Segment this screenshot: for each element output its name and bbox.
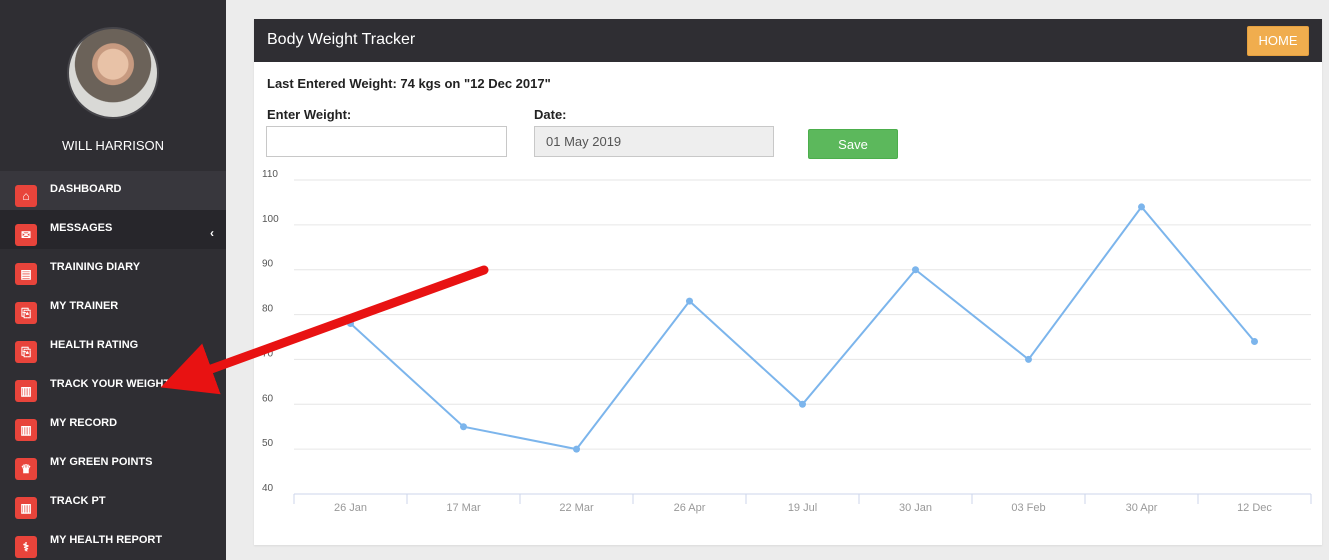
stethoscope-icon: ⚕: [15, 536, 37, 558]
sidebar-item-training-diary[interactable]: ▤ TRAINING DIARY: [0, 249, 226, 288]
envelope-icon: ✉: [15, 224, 37, 246]
y-tick-label: 50: [262, 438, 274, 449]
sidebar: WILL HARRISON ⌂ DASHBOARD ✉ MESSAGES ‹ ▤…: [0, 0, 226, 560]
sidebar-item-label: TRACK PT: [50, 495, 106, 507]
weight-tracker-panel: Body Weight Tracker HOME Last Entered We…: [254, 19, 1322, 545]
chevron-left-icon[interactable]: ‹: [210, 226, 214, 240]
x-tick-label: 12 Dec: [1237, 502, 1272, 514]
bar-chart-icon: ▥: [15, 380, 37, 402]
sidebar-item-label: TRAINING DIARY: [50, 261, 141, 273]
sidebar-item-my-record[interactable]: ▥ MY RECORD: [0, 405, 226, 444]
data-point[interactable]: [573, 445, 580, 453]
book-icon: ▤: [15, 263, 37, 285]
x-tick-label: 17 Mar: [446, 502, 481, 514]
x-tick-label: 30 Apr: [1126, 502, 1158, 514]
home-icon: ⌂: [15, 185, 37, 207]
y-tick-label: 80: [262, 304, 274, 315]
sidebar-item-label: MESSAGES: [50, 222, 113, 234]
sidebar-item-my-health-report[interactable]: ⚕ MY HEALTH REPORT: [0, 522, 226, 560]
sidebar-item-health-rating[interactable]: ⎘ HEALTH RATING: [0, 327, 226, 366]
y-tick-label: 90: [262, 259, 274, 270]
y-tick-label: 100: [262, 214, 279, 225]
user-name: WILL HARRISON: [61, 138, 165, 153]
sidebar-item-my-trainer[interactable]: ⎘ MY TRAINER: [0, 288, 226, 327]
chart-y-tick-labels: 40 50 60 70 80 90 100 110: [262, 169, 279, 494]
pdf-icon: ⎘: [15, 341, 37, 363]
data-point[interactable]: [460, 423, 467, 431]
x-tick-label: 26 Jan: [334, 502, 367, 514]
sidebar-nav: ⌂ DASHBOARD ✉ MESSAGES ‹ ▤ TRAINING DIAR…: [0, 171, 226, 560]
chart-series: [347, 203, 1258, 453]
sidebar-item-messages[interactable]: ✉ MESSAGES ‹: [0, 210, 226, 249]
y-tick-label: 70: [262, 348, 274, 359]
y-tick-label: 40: [262, 483, 274, 494]
sidebar-item-label: MY HEALTH REPORT: [50, 534, 163, 546]
x-tick-label: 26 Apr: [674, 502, 706, 514]
x-tick-label: 22 Mar: [559, 502, 594, 514]
sidebar-item-label: MY RECORD: [50, 417, 118, 429]
y-tick-label: 60: [262, 393, 274, 404]
weight-line-chart: 405060708090100110 26 Jan 17 Mar 22 Mar 26 …: [262, 169, 1312, 514]
data-point[interactable]: [1025, 355, 1032, 363]
sidebar-item-label: TRACK YOUR WEIGHT: [50, 378, 171, 390]
sidebar-item-track-your-weight[interactable]: ▥ TRACK YOUR WEIGHT: [0, 366, 226, 405]
chart-x-axis: 26 Jan 17 Mar 22 Mar 26 Apr 19 Jul 30 Jan 03 F…: [293, 493, 1312, 514]
data-point[interactable]: [799, 400, 806, 408]
data-point[interactable]: [912, 266, 919, 274]
sidebar-item-label: DASHBOARD: [50, 183, 122, 195]
data-point[interactable]: [1251, 337, 1258, 345]
sidebar-item-dashboard[interactable]: ⌂ DASHBOARD: [0, 171, 226, 210]
bar-chart-icon: ▥: [15, 497, 37, 519]
data-point[interactable]: [347, 320, 354, 328]
sidebar-item-label: MY TRAINER: [50, 300, 119, 312]
avatar: [67, 27, 159, 119]
sidebar-item-track-pt[interactable]: ▥ TRACK PT: [0, 483, 226, 522]
x-tick-label: 30 Jan: [899, 502, 932, 514]
trophy-icon: ♛: [15, 458, 37, 480]
sidebar-item-my-green-points[interactable]: ♛ MY GREEN POINTS: [0, 444, 226, 483]
chart-gridlines: [294, 179, 1311, 450]
pdf-icon: ⎘: [15, 302, 37, 324]
x-tick-label: 19 Jul: [788, 502, 817, 514]
data-point[interactable]: [1138, 203, 1145, 211]
sidebar-item-label: HEALTH RATING: [50, 339, 139, 351]
data-point[interactable]: [686, 297, 693, 305]
weight-series-line: [349, 205, 1256, 451]
sidebar-item-label: MY GREEN POINTS: [50, 456, 153, 468]
x-tick-label: 03 Feb: [1011, 502, 1045, 514]
y-tick-label: 110: [262, 169, 278, 180]
bar-chart-icon: ▥: [15, 419, 37, 441]
